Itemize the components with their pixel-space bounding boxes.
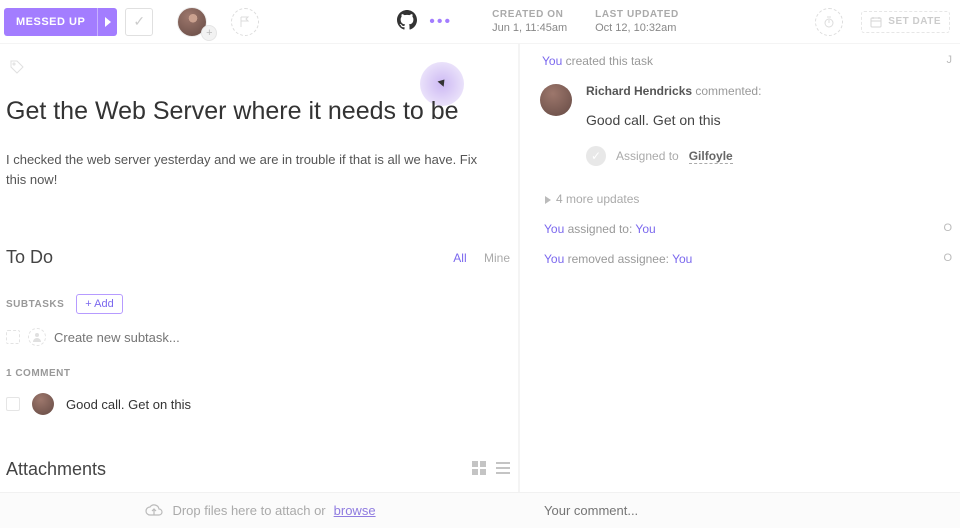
activity-assigned: You assigned to: You O <box>544 222 954 236</box>
browse-link[interactable]: browse <box>334 503 376 518</box>
comment-row: Good call. Get on this <box>6 393 510 415</box>
priority-placeholder-icon[interactable] <box>231 8 259 36</box>
more-updates[interactable]: 4 more updates <box>544 192 954 206</box>
activity-panel: You created this task J Richard Hendrick… <box>520 44 960 492</box>
created-on-label: CREATED ON <box>492 9 567 20</box>
set-date-button[interactable]: SET DATE <box>861 11 950 33</box>
comment-checkbox[interactable] <box>6 397 20 411</box>
activity-you2: You <box>544 222 564 236</box>
activity-removed: You removed assignee: You O <box>544 252 954 266</box>
assigned-to-label: Assigned to <box>616 149 679 163</box>
main: Get the Web Server where it needs to be … <box>0 44 960 492</box>
set-date-label: SET DATE <box>888 16 941 27</box>
drop-text-prefix: Drop files here to attach or <box>172 503 325 518</box>
left-panel: Get the Web Server where it needs to be … <box>0 44 520 492</box>
last-updated-value: Oct 12, 10:32am <box>595 22 679 34</box>
cloud-upload-icon <box>144 503 164 519</box>
meta-block: CREATED ON Jun 1, 11:45am LAST UPDATED O… <box>492 9 679 34</box>
more-menu-icon[interactable]: ••• <box>429 13 452 31</box>
commenter-avatar[interactable] <box>32 393 54 415</box>
subtask-assignee-icon[interactable] <box>28 328 46 346</box>
commented-word: commented: <box>692 84 761 98</box>
attachment-dropzone[interactable]: Drop files here to attach or browse <box>0 493 520 528</box>
footer: Drop files here to attach or browse <box>0 492 960 528</box>
status-pill[interactable]: MESSED UP <box>4 8 117 36</box>
activity-created: You created this task J <box>542 54 954 68</box>
status-arrow-icon[interactable] <box>97 8 117 36</box>
commenter-avatar-large[interactable] <box>540 84 572 116</box>
comment-input[interactable] <box>544 503 960 518</box>
tab-all[interactable]: All <box>453 251 466 265</box>
status-label: MESSED UP <box>4 16 97 28</box>
tab-mine[interactable]: Mine <box>484 251 510 265</box>
github-icon[interactable] <box>397 10 417 33</box>
right-meta: SET DATE <box>815 8 950 36</box>
comments-count-label: 1 COMMENT <box>6 368 510 379</box>
todo-heading-row: To Do All Mine <box>6 247 510 268</box>
complete-checkbox[interactable]: ✓ <box>125 8 153 36</box>
new-subtask-row[interactable] <box>6 328 510 346</box>
comment-block: Richard Hendricks commented: Good call. … <box>540 84 954 128</box>
subtasks-header: SUBTASKS + Add <box>6 294 510 314</box>
todo-tabs: All Mine <box>453 251 510 265</box>
edge-date-letter2: O <box>943 222 952 234</box>
subtask-checkbox-icon[interactable] <box>6 330 20 344</box>
edge-date-letter: J <box>947 54 953 66</box>
tag-icon[interactable] <box>10 60 510 77</box>
more-updates-text: 4 more updates <box>556 192 639 206</box>
add-assignee-icon[interactable]: + <box>201 25 217 41</box>
activity-removed-label: removed assignee: <box>564 252 672 266</box>
time-tracker-icon[interactable] <box>815 8 843 36</box>
comment-input-wrap[interactable] <box>520 493 960 528</box>
comment-body: Good call. Get on this <box>586 112 954 128</box>
attachments-heading: Attachments <box>6 459 106 480</box>
todo-heading: To Do <box>6 247 53 268</box>
grid-view-icon[interactable] <box>472 459 486 480</box>
add-subtask-button[interactable]: + Add <box>76 294 122 314</box>
activity-you-target2: You <box>672 252 692 266</box>
comment-header: Richard Hendricks commented: <box>586 84 954 98</box>
activity-you3: You <box>544 252 564 266</box>
check-circle-icon: ✓ <box>586 146 606 166</box>
created-on-value: Jun 1, 11:45am <box>492 22 567 34</box>
top-icons <box>231 8 259 36</box>
activity-created-suffix: created this task <box>562 54 653 68</box>
activity-you-target: You <box>635 222 655 236</box>
edge-date-letter3: O <box>943 252 952 264</box>
last-updated: LAST UPDATED Oct 12, 10:32am <box>595 9 679 34</box>
attachments-heading-row: Attachments <box>6 459 510 480</box>
commenter-name: Richard Hendricks <box>586 84 692 98</box>
task-description[interactable]: I checked the web server yesterday and w… <box>6 150 486 189</box>
activity-you: You <box>542 54 562 68</box>
assignee-avatar[interactable]: + <box>177 7 207 37</box>
comment-text: Good call. Get on this <box>66 397 191 412</box>
subtasks-label: SUBTASKS <box>6 299 64 310</box>
task-title[interactable]: Get the Web Server where it needs to be <box>6 97 510 126</box>
assigned-row: ✓ Assigned to Gilfoyle <box>586 146 954 166</box>
new-subtask-input[interactable] <box>54 330 230 345</box>
activity-assigned-label: assigned to: <box>564 222 635 236</box>
last-updated-label: LAST UPDATED <box>595 9 679 20</box>
topbar: MESSED UP ✓ + ••• CREATED ON Jun 1, 11:4… <box>0 0 960 44</box>
assignee-name[interactable]: Gilfoyle <box>689 149 733 164</box>
list-view-icon[interactable] <box>496 459 510 480</box>
created-on: CREATED ON Jun 1, 11:45am <box>492 9 567 34</box>
